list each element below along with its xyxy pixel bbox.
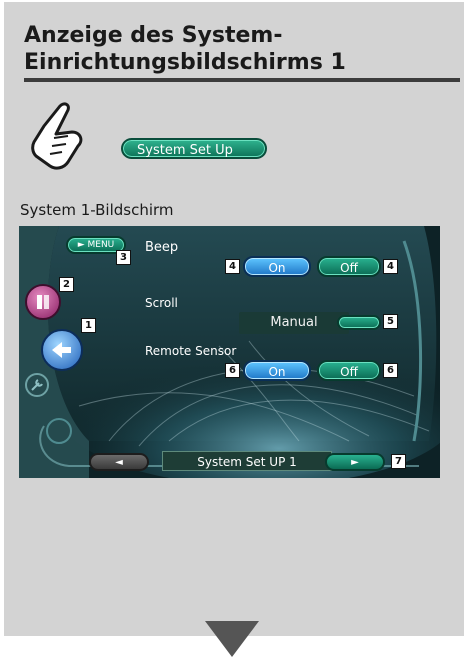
callout-1: 1 [81,318,96,333]
back-button[interactable] [41,329,83,371]
callout-4-left: 4 [225,259,240,274]
setup-tool-button[interactable] [25,373,49,397]
title-divider [24,78,460,82]
next-page-button[interactable]: ► [325,453,385,471]
callout-4-right: 4 [383,259,398,274]
screen-subheading: System 1-Bildschirm [20,201,174,219]
beep-label: Beep [145,240,179,255]
beep-on-button[interactable]: On [243,256,311,277]
screen-status-bar: System Set UP 1 [162,451,332,471]
audio-icon [37,295,49,309]
scroll-label: Scroll [145,296,178,310]
wrench-icon [31,379,43,391]
scroll-toggle-button[interactable] [337,315,381,330]
beep-off-button[interactable]: Off [317,256,381,277]
pointing-hand-icon [31,102,83,170]
remote-sensor-label: Remote Sensor [145,344,237,358]
callout-6-right: 6 [383,363,398,378]
remote-sensor-off-button[interactable]: Off [317,360,381,381]
callout-2: 2 [59,277,74,292]
callout-6-left: 6 [225,363,240,378]
callout-7: 7 [391,454,406,469]
down-arrow-icon [205,621,259,657]
scroll-value-display: Manual [239,312,349,334]
callout-5: 5 [383,314,398,329]
system-setup-button[interactable]: System Set Up [121,138,267,159]
remote-sensor-on-button[interactable]: On [243,360,311,381]
title-line-1: Anzeige des System- [24,23,283,48]
audio-button[interactable] [25,284,61,320]
callout-3: 3 [116,250,131,265]
previous-page-button[interactable]: ◄ [89,453,149,471]
system-setup-screen: ► MENU 3 2 1 Beep 4 On Off 4 Scroll Manu… [19,226,440,478]
back-icon [52,342,71,358]
title-line-2: Einrichtungsbildschirms 1 [24,50,346,75]
page-title: Anzeige des System- Einrichtungsbildschi… [24,22,346,76]
